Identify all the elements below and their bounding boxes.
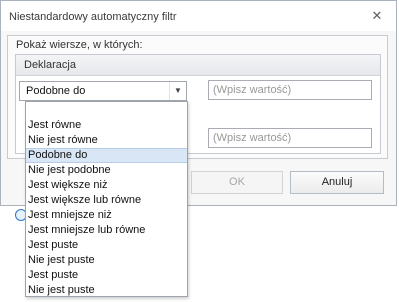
- dropdown-option[interactable]: Podobne do: [26, 148, 187, 163]
- dropdown-option[interactable]: Jest puste: [26, 238, 187, 253]
- dropdown-option[interactable]: Jest puste: [26, 268, 187, 283]
- condition1-value-field[interactable]: [208, 80, 372, 100]
- dropdown-option[interactable]: Jest równe: [26, 118, 187, 133]
- dropdown-option[interactable]: Jest mniejsze lub równe: [26, 223, 187, 238]
- title-bar: Niestandardowy automatyczny filtr ✕: [1, 1, 396, 31]
- dropdown-option[interactable]: Nie jest podobne: [26, 163, 187, 178]
- condition1-operator-select[interactable]: Podobne do ▼: [19, 81, 187, 101]
- cancel-button[interactable]: Anuluj: [290, 171, 384, 194]
- dropdown-option[interactable]: Jest większe niż: [26, 178, 187, 193]
- chevron-down-icon[interactable]: ▼: [169, 82, 186, 100]
- condition1-operator-value: Podobne do: [26, 85, 86, 97]
- conditions-header-label: Deklaracja: [24, 59, 76, 71]
- close-icon[interactable]: ✕: [368, 7, 386, 25]
- dropdown-option[interactable]: Jest większe lub równe: [26, 193, 187, 208]
- window-title: Niestandardowy automatyczny filtr: [9, 11, 177, 23]
- condition2-value-field[interactable]: [208, 128, 372, 148]
- show-rows-label: Pokaż wiersze, w których:: [16, 39, 143, 51]
- dropdown-option[interactable]: Nie jest puste: [26, 253, 187, 268]
- conditions-header: Deklaracja: [16, 55, 380, 76]
- ok-button[interactable]: OK: [191, 171, 283, 194]
- dropdown-option[interactable]: Nie jest puste: [26, 283, 187, 298]
- dropdown-option[interactable]: Jest mniejsze niż: [26, 208, 187, 223]
- operator-dropdown-list: Jest równe Nie jest równe Podobne do Nie je…: [25, 101, 188, 297]
- dropdown-option[interactable]: Nie jest równe: [26, 133, 187, 148]
